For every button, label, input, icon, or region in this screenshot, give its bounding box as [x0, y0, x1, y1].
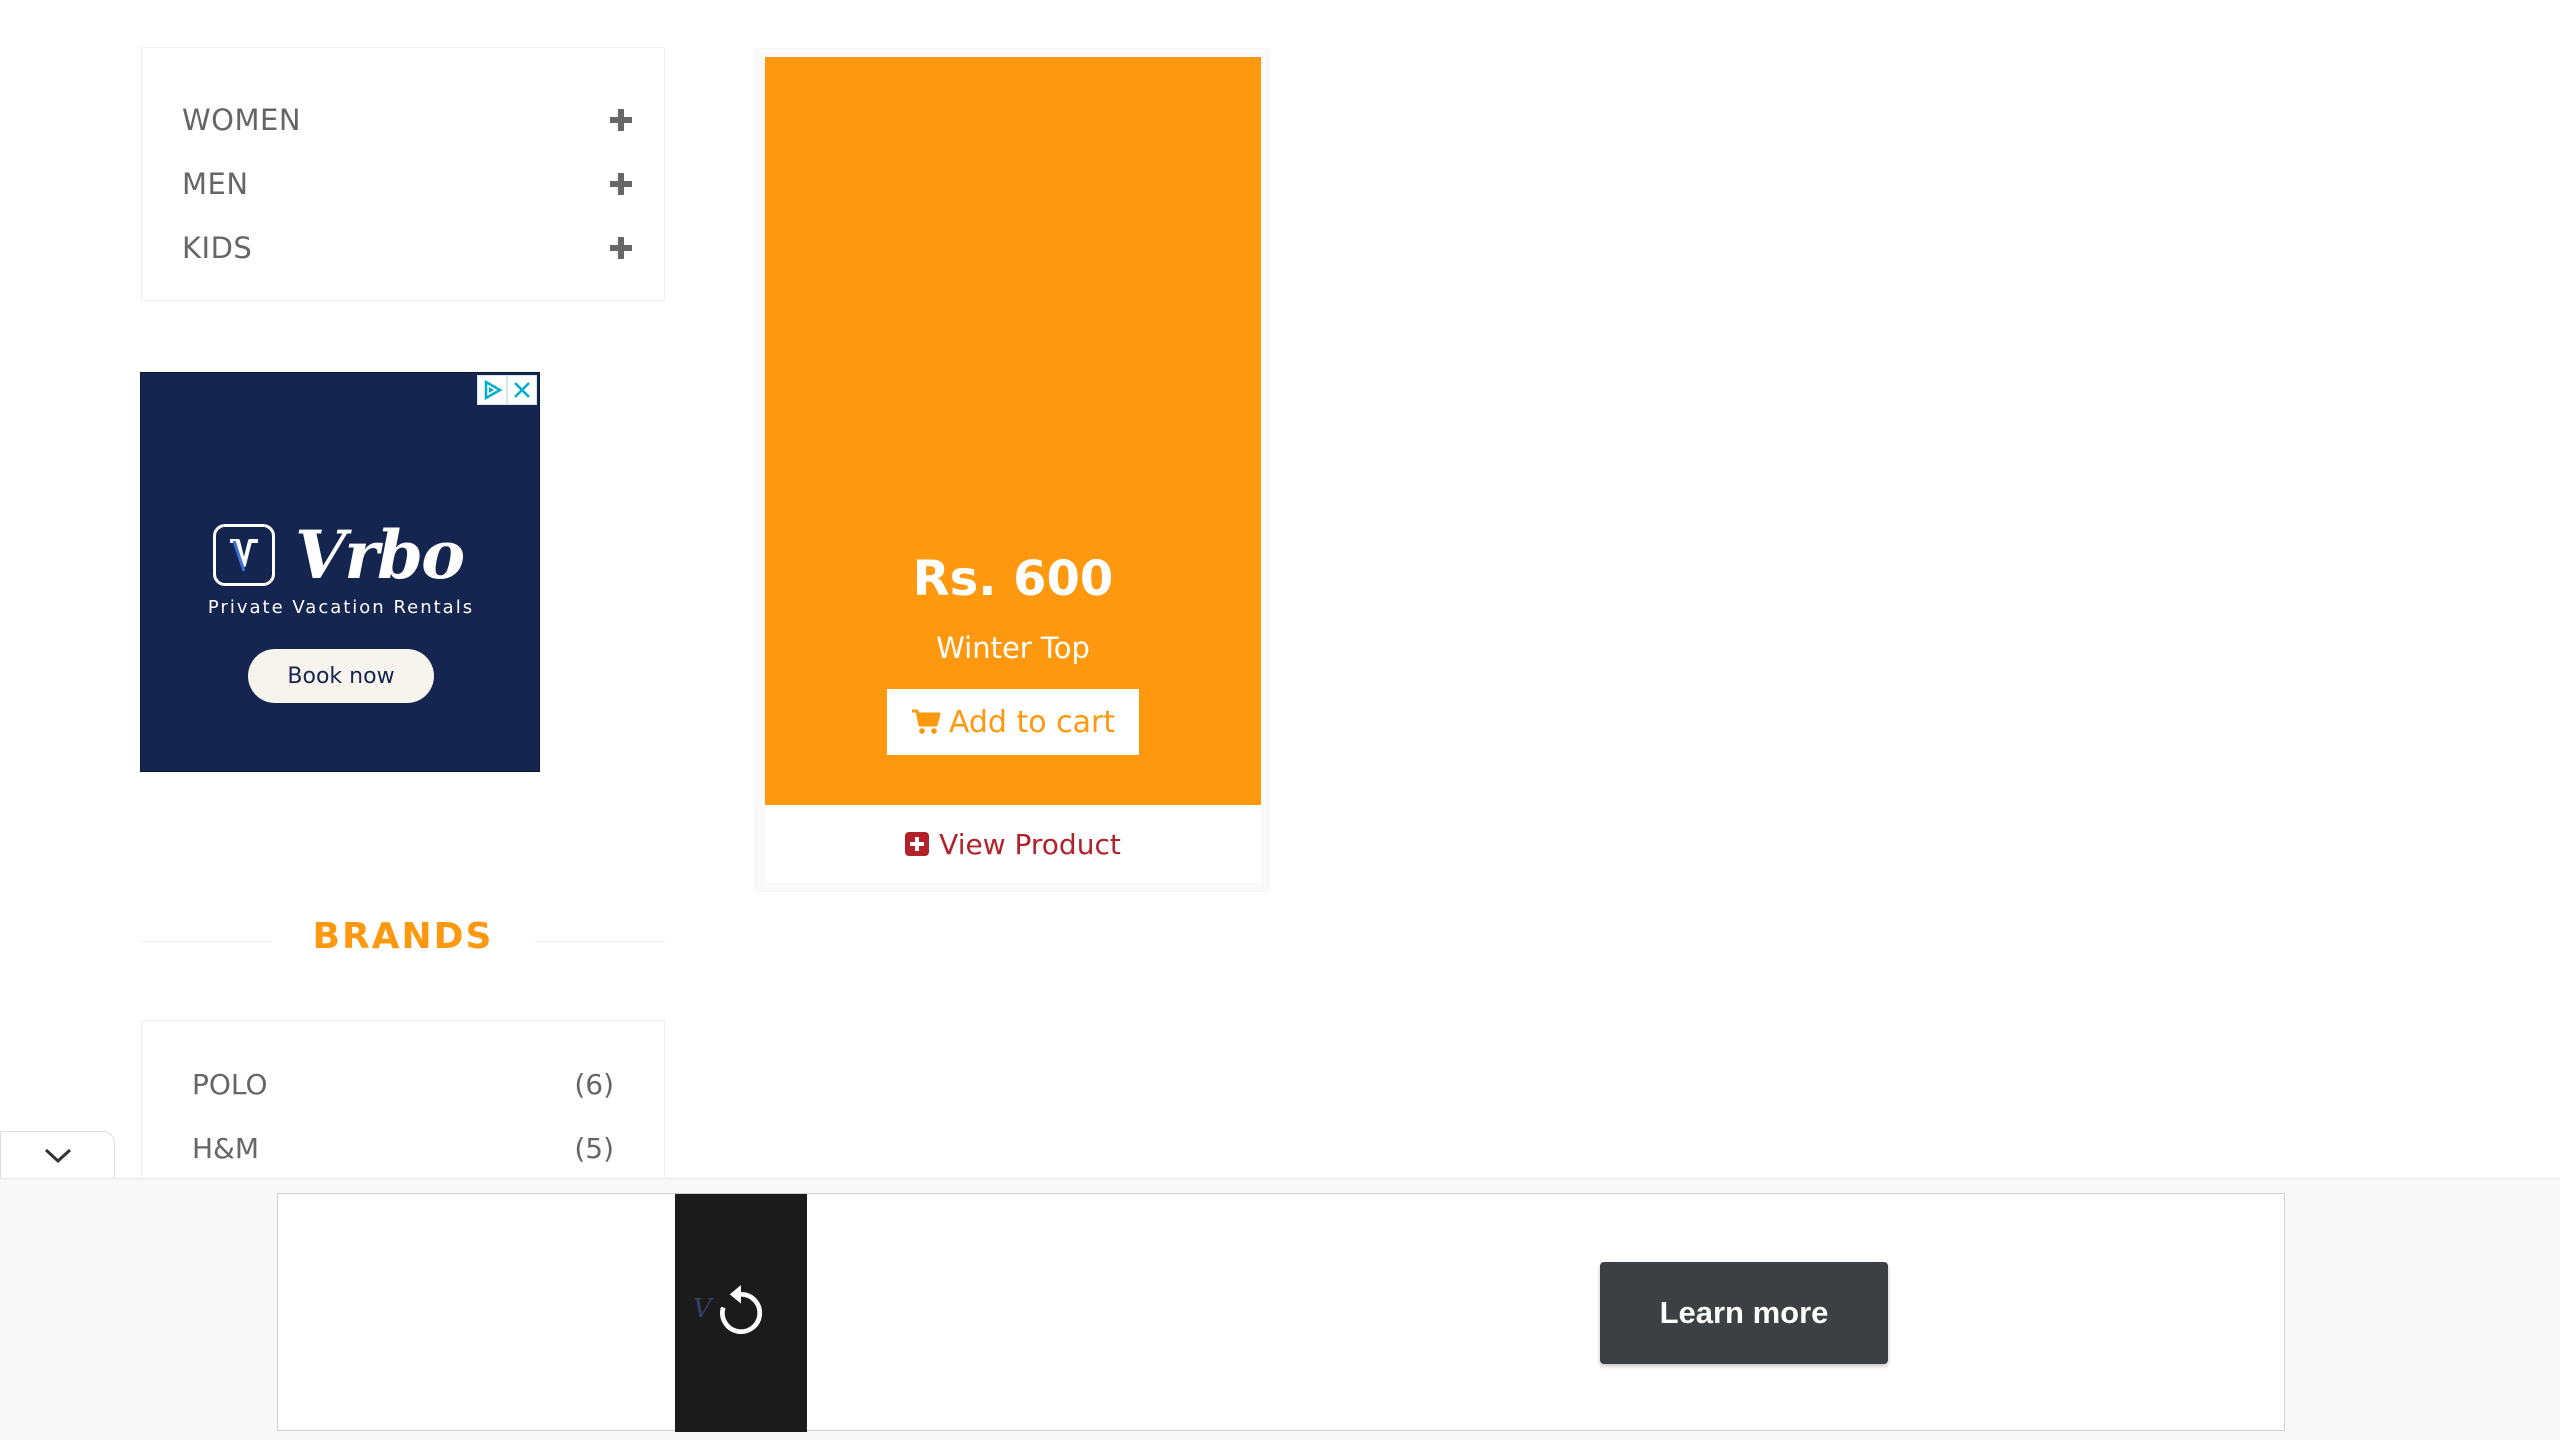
brand-name: H&M: [192, 1131, 260, 1165]
category-label: KIDS: [182, 231, 253, 265]
thumbnail-logo: V: [693, 1294, 712, 1324]
replay-icon[interactable]: [713, 1285, 769, 1341]
product-inner: Rs. 600 Winter Top Add to cart View Prod…: [765, 57, 1261, 883]
brand-name: POLO: [192, 1067, 268, 1101]
plus-icon[interactable]: [610, 109, 632, 131]
plus-icon[interactable]: [610, 237, 632, 259]
adchoices-icon[interactable]: [477, 375, 507, 405]
product-overlay[interactable]: Rs. 600 Winter Top Add to cart: [765, 57, 1261, 805]
category-label: MEN: [182, 167, 249, 201]
brand-item-hm[interactable]: H&M (5): [192, 1123, 614, 1173]
close-icon[interactable]: [507, 375, 537, 405]
book-now-button[interactable]: Book now: [248, 649, 434, 703]
add-to-cart-button[interactable]: Add to cart: [887, 689, 1139, 755]
ad-choices: [477, 375, 537, 405]
product-name: Winter Top: [936, 631, 1090, 665]
chevron-down-icon: [44, 1148, 71, 1163]
vrbo-badge-icon: [213, 524, 275, 586]
category-panel: WOMEN MEN KIDS: [141, 47, 665, 301]
brands-title: BRANDS: [312, 916, 494, 957]
video-thumbnail[interactable]: V: [675, 1194, 807, 1432]
vrbo-ad[interactable]: Vrbo Private Vacation Rentals Book now: [140, 372, 540, 772]
brands-heading: BRANDS: [141, 916, 665, 966]
plus-square-icon: [905, 832, 930, 856]
brand-count: (5): [574, 1131, 614, 1165]
vrbo-wordmark: Vrbo: [295, 516, 465, 594]
brand-count: (6): [574, 1067, 614, 1101]
product-price: Rs. 600: [912, 551, 1114, 607]
collapse-ad-tab[interactable]: [0, 1131, 115, 1179]
category-label: WOMEN: [182, 103, 302, 137]
brand-item-polo[interactable]: POLO (6): [192, 1059, 614, 1109]
cart-icon: [911, 709, 941, 734]
view-product-link[interactable]: View Product: [765, 805, 1261, 883]
learn-more-button[interactable]: Learn more: [1600, 1262, 1888, 1364]
vrbo-logo: Vrbo: [213, 516, 465, 594]
view-product-label: View Product: [939, 827, 1121, 861]
product-card: Rs. 600 Winter Top Add to cart View Prod…: [754, 48, 1270, 892]
add-to-cart-label: Add to cart: [948, 704, 1116, 740]
anchor-ad[interactable]: V Learn more: [277, 1193, 2285, 1432]
category-item-men[interactable]: MEN: [182, 152, 632, 216]
category-item-women[interactable]: WOMEN: [182, 88, 632, 152]
plus-icon[interactable]: [610, 173, 632, 195]
ad-tagline: Private Vacation Rentals: [207, 597, 475, 618]
category-item-kids[interactable]: KIDS: [182, 216, 632, 280]
